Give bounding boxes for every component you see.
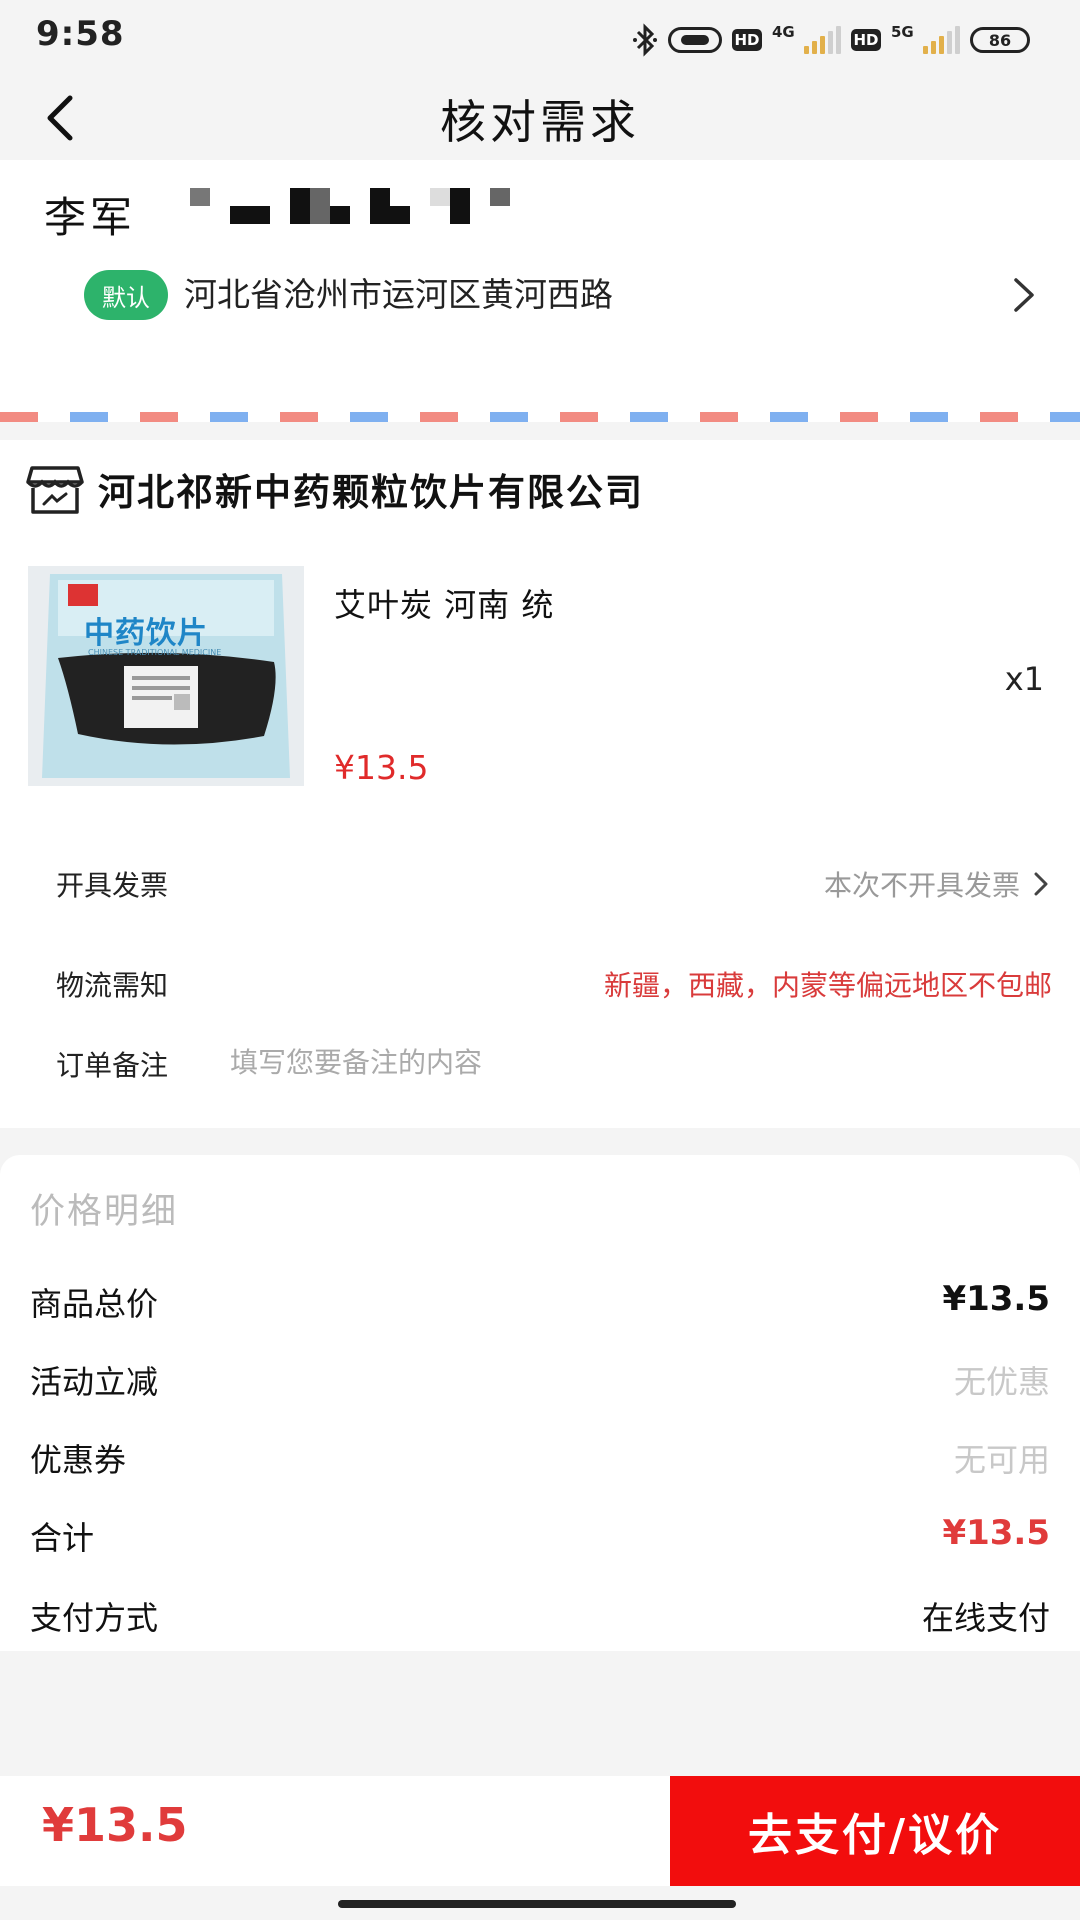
price-row-discount: 活动立减 无优惠 <box>30 1357 1050 1407</box>
product-image[interactable]: 中药饮片 CHINESE TRADITIONAL MEDICINE <box>28 566 304 786</box>
total-price: ¥13.5 <box>42 1798 188 1852</box>
price-row-subtotal: 商品总价 ¥13.5 <box>30 1279 1050 1329</box>
hd-icon: HD <box>732 29 762 51</box>
airmail-divider <box>0 412 1080 422</box>
status-icons: HD 4G HD 5G 86 <box>632 22 1030 58</box>
product-image-label: 中药饮片 <box>84 616 208 651</box>
battery-icon: 86 <box>970 27 1030 53</box>
chevron-right-icon <box>1034 872 1048 896</box>
price-row-label: 活动立减 <box>30 1363 159 1401</box>
price-row-label: 支付方式 <box>30 1599 159 1637</box>
phone-number-mosaic <box>190 188 520 240</box>
price-row-label: 优惠券 <box>30 1441 127 1479</box>
bluetooth-icon <box>632 23 658 57</box>
chevron-right-icon[interactable] <box>1004 272 1044 318</box>
order-card: 河北祁新中药颗粒饮片有限公司 中药饮片 CHINESE TRADITIONAL … <box>0 440 1080 1128</box>
invoice-label: 开具发票 <box>56 869 169 902</box>
product-image-sublabel: CHINESE TRADITIONAL MEDICINE <box>88 648 222 657</box>
default-badge: 默认 <box>84 270 168 320</box>
price-row-value: ¥13.5 <box>942 1279 1050 1319</box>
shop-name: 河北祁新中药颗粒饮片有限公司 <box>98 471 644 514</box>
home-indicator[interactable] <box>338 1900 736 1908</box>
address-text: 河北省沧州市运河区黄河西路 <box>184 275 613 314</box>
price-row-value: ¥13.5 <box>942 1513 1050 1553</box>
signal-bars-icon <box>804 26 841 54</box>
product-quantity: x1 <box>1004 660 1044 698</box>
product-name: 艾叶炭 河南 统 <box>334 586 555 624</box>
page-header: 核对需求 <box>0 78 1080 158</box>
price-detail-card: 价格明细 商品总价 ¥13.5 活动立减 无优惠 优惠券 无可用 合计 ¥13.… <box>0 1155 1080 1651</box>
invoice-value: 本次不开具发票 <box>823 869 1020 902</box>
receiver-name: 李军 <box>44 193 137 242</box>
logistics-notice: 新疆，西藏，内蒙等偏远地区不包邮 <box>603 969 1052 1002</box>
price-row-payment-method: 支付方式 在线支付 <box>30 1593 1050 1643</box>
pay-button[interactable]: 去支付/议价 <box>670 1776 1080 1886</box>
network-5g-icon: 5G <box>891 23 914 41</box>
remark-input[interactable] <box>230 1040 990 1084</box>
price-row-total: 合计 ¥13.5 <box>30 1513 1050 1563</box>
price-detail-title: 价格明细 <box>30 1192 179 1232</box>
hd-icon-2: HD <box>851 29 881 51</box>
price-row-value: 无可用 <box>953 1441 1050 1479</box>
signal-bars-icon-2 <box>923 26 960 54</box>
address-section[interactable]: 李军 默认 河北省沧州市运河区黄河西路 <box>0 160 1080 422</box>
page-title: 核对需求 <box>440 95 640 149</box>
shop-icon <box>26 464 84 516</box>
invoice-selector[interactable]: 本次不开具发票 <box>824 864 1052 904</box>
logistics-label: 物流需知 <box>56 969 169 1002</box>
status-bar: 9:58 HD 4G HD 5G 86 <box>0 0 1080 78</box>
price-row-label: 合计 <box>30 1519 95 1557</box>
vibrate-toggle-icon <box>668 27 722 53</box>
checkout-bar: ¥13.5 去支付/议价 <box>0 1776 1080 1886</box>
remark-label: 订单备注 <box>56 1049 169 1082</box>
price-row-value: 无优惠 <box>953 1363 1050 1401</box>
price-row-label: 商品总价 <box>30 1285 159 1323</box>
product-price: ¥13.5 <box>334 748 429 787</box>
status-time: 9:58 <box>36 14 125 54</box>
price-row-value: 在线支付 <box>921 1599 1050 1637</box>
price-row-coupon[interactable]: 优惠券 无可用 <box>30 1435 1050 1485</box>
network-4g-icon: 4G <box>772 23 795 41</box>
